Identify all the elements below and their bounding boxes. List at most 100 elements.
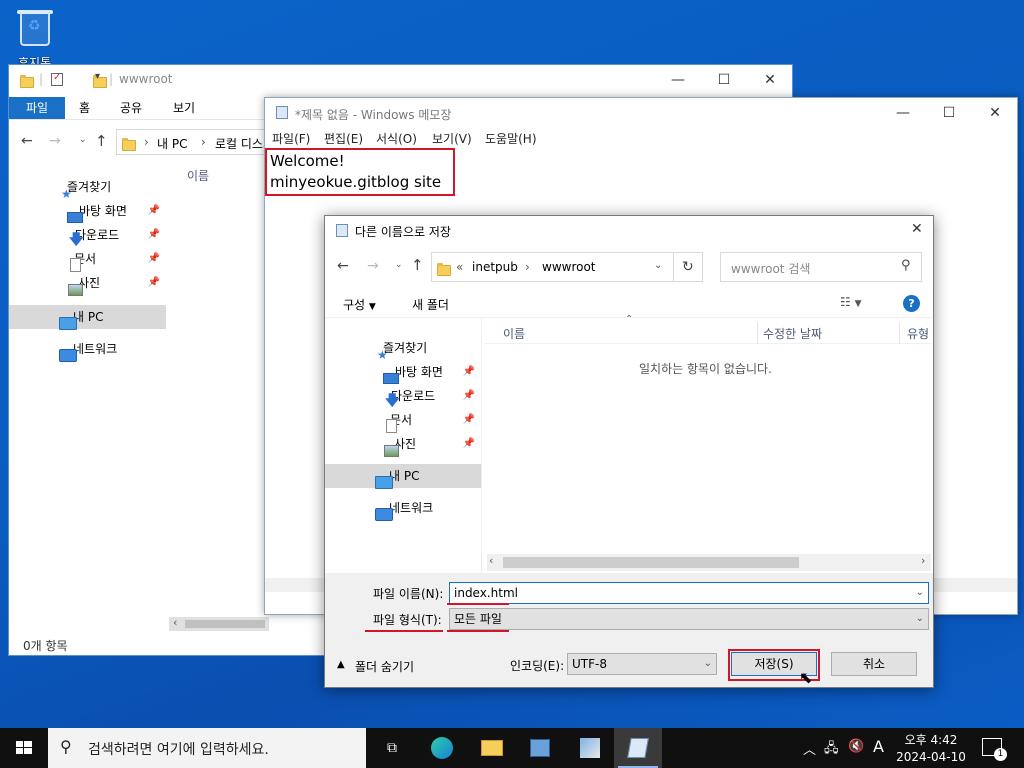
dialog-title-bar[interactable]: 다른 이름으로 저장 ✕ xyxy=(325,216,933,246)
path-overflow-icon[interactable]: « xyxy=(456,260,463,274)
column-type-header[interactable]: 유형 xyxy=(907,325,929,342)
menu-view[interactable]: 보기(V) xyxy=(432,130,472,147)
minimize-button[interactable]: — xyxy=(655,65,701,95)
explorer-taskbar-button[interactable] xyxy=(468,728,516,768)
pin-icon[interactable]: 📌 xyxy=(463,384,475,408)
forward-arrow-icon[interactable]: → xyxy=(49,133,61,149)
scroll-thumb[interactable] xyxy=(503,557,799,568)
task-view-button[interactable]: ⧉ xyxy=(368,728,416,768)
chevron-up-icon[interactable]: ▲ xyxy=(337,659,345,670)
nav-mypc[interactable]: 내 PC xyxy=(325,464,481,489)
nav-downloads[interactable]: 🡇다운로드 📌 xyxy=(325,384,481,408)
chevron-down-icon[interactable]: ⌄ xyxy=(654,260,662,271)
notification-center-icon[interactable]: 1 xyxy=(982,738,1007,761)
hide-folders-button[interactable]: 폴더 숨기기 xyxy=(355,658,414,675)
clock[interactable]: 오후 4:42 2024-04-10 xyxy=(896,731,966,764)
view-options-icon[interactable]: ☷ ▼ xyxy=(840,295,862,309)
pin-icon[interactable]: 📌 xyxy=(148,247,160,271)
explorer-address-bar[interactable]: › 내 PC › 로컬 디스크 xyxy=(116,129,276,155)
nav-quick-access[interactable]: ★즐겨찾기 xyxy=(325,336,481,361)
column-name-header[interactable]: 이름 xyxy=(503,325,525,342)
save-as-dialog[interactable]: 다른 이름으로 저장 ✕ ← → ⌄ ↑ « inetpub › wwwroot… xyxy=(324,215,934,688)
pin-icon[interactable]: 📌 xyxy=(463,408,475,432)
nav-documents[interactable]: 문서 📌 xyxy=(9,247,166,272)
breadcrumb-inetpub[interactable]: inetpub xyxy=(472,260,518,274)
windows-start-icon[interactable] xyxy=(16,741,32,755)
chevron-down-icon[interactable]: ⌄ xyxy=(916,609,924,629)
dialog-file-list[interactable]: ⌃ 이름 수정한 날짜 유형 일치하는 항목이 없습니다. ‹ › xyxy=(485,314,931,573)
column-divider[interactable] xyxy=(899,322,900,344)
tab-view[interactable]: 보기 xyxy=(173,98,195,118)
maximize-button[interactable]: ☐ xyxy=(926,98,972,128)
help-icon[interactable]: ? xyxy=(903,295,920,312)
minimize-button[interactable]: — xyxy=(880,98,926,128)
pin-icon[interactable]: 📌 xyxy=(463,432,475,456)
recent-dropdown-icon[interactable]: ⌄ xyxy=(79,135,87,145)
scroll-thumb[interactable] xyxy=(185,620,265,628)
recent-dropdown-icon[interactable]: ⌄ xyxy=(395,260,403,270)
nav-mypc[interactable]: 내 PC xyxy=(9,305,166,330)
taskbar-search-box[interactable]: ⚲ 검색하려면 여기에 입력하세요. xyxy=(48,728,366,768)
quick-access-dropdown-icon[interactable]: ▾ xyxy=(95,71,100,82)
nav-network[interactable]: 네트워크 xyxy=(9,337,166,362)
dialog-address-bar[interactable]: « inetpub › wwwroot ⌄ ↻ xyxy=(431,252,703,282)
close-icon[interactable]: ✕ xyxy=(911,221,923,237)
scroll-left-icon[interactable]: ‹ xyxy=(489,554,493,567)
column-divider[interactable] xyxy=(757,322,758,344)
nav-quick-access[interactable]: ★즐겨찾기 xyxy=(9,175,166,200)
recycle-bin-desktop-icon[interactable]: ♻ 휴지통 xyxy=(14,8,56,64)
forward-arrow-icon[interactable]: → xyxy=(367,258,379,274)
nav-network[interactable]: 네트워크 xyxy=(325,496,481,521)
tab-home[interactable]: 홈 xyxy=(79,98,90,118)
tab-file[interactable]: 파일 xyxy=(9,97,65,119)
encoding-select[interactable]: UTF-8 ⌄ xyxy=(567,653,717,675)
volume-muted-icon[interactable]: 🔇 xyxy=(848,739,864,754)
scroll-left-icon[interactable]: ‹ xyxy=(173,616,177,629)
maximize-button[interactable]: ☐ xyxy=(701,65,747,95)
up-arrow-icon[interactable]: ↑ xyxy=(95,132,108,150)
nav-desktop[interactable]: 바탕 화면 📌 xyxy=(9,199,166,223)
up-arrow-icon[interactable]: ↑ xyxy=(411,256,424,274)
explorer-scrollbar[interactable]: ‹ xyxy=(169,616,269,631)
dialog-hscrollbar[interactable]: ‹ › xyxy=(487,554,931,571)
back-arrow-icon[interactable]: ← xyxy=(337,258,349,274)
explorer-title-bar[interactable]: | ✓ ▾ | wwwroot — ☐ ✕ xyxy=(9,65,792,95)
edge-taskbar-button[interactable] xyxy=(418,728,466,768)
menu-help[interactable]: 도움말(H) xyxy=(485,130,537,147)
properties-icon[interactable]: ✓ xyxy=(51,72,63,86)
tab-share[interactable]: 공유 xyxy=(120,98,142,118)
column-name-header[interactable]: 이름 xyxy=(187,167,209,184)
scroll-right-icon[interactable]: › xyxy=(921,554,925,567)
back-arrow-icon[interactable]: ← xyxy=(21,133,33,149)
search-icon[interactable]: ⚲ xyxy=(901,258,911,273)
close-button[interactable]: ✕ xyxy=(972,98,1018,128)
network-status-icon[interactable]: 🖧 xyxy=(824,739,839,761)
show-hidden-icons-chevron-icon[interactable]: ︿ xyxy=(803,739,816,758)
dialog-search-box[interactable]: wwwroot 검색 ⚲ xyxy=(720,252,922,282)
menu-format[interactable]: 서식(O) xyxy=(376,130,417,147)
nav-desktop[interactable]: 바탕 화면 📌 xyxy=(325,360,481,384)
menu-edit[interactable]: 편집(E) xyxy=(324,130,363,147)
refresh-icon[interactable]: ↻ xyxy=(682,259,694,275)
breadcrumb-mypc[interactable]: 내 PC xyxy=(157,135,187,152)
notepad-title-bar[interactable]: *제목 없음 - Windows 메모장 — ☐ ✕ xyxy=(265,98,1017,128)
column-date-header[interactable]: 수정한 날짜 xyxy=(763,325,822,342)
nav-downloads[interactable]: 🡇다운로드 📌 xyxy=(9,223,166,247)
chevron-down-icon[interactable]: ⌄ xyxy=(916,583,924,603)
cancel-button[interactable]: 취소 xyxy=(831,652,917,676)
nav-pictures[interactable]: 사진 📌 xyxy=(325,432,481,457)
pin-icon[interactable]: 📌 xyxy=(148,271,160,295)
pin-icon[interactable]: 📌 xyxy=(148,223,160,247)
filename-input[interactable]: index.html ⌄ xyxy=(449,582,929,604)
notepad-taskbar-button[interactable] xyxy=(614,728,662,768)
server-manager-taskbar-button[interactable] xyxy=(516,728,564,768)
breadcrumb-wwwroot[interactable]: wwwroot xyxy=(542,260,596,274)
close-button[interactable]: ✕ xyxy=(747,65,793,95)
organize-button[interactable]: 구성 ▼ xyxy=(343,296,376,313)
chevron-down-icon[interactable]: ⌄ xyxy=(704,654,712,674)
filetype-select[interactable]: 모든 파일 ⌄ xyxy=(449,608,929,630)
nav-pictures[interactable]: 사진 📌 xyxy=(9,271,166,296)
iis-manager-taskbar-button[interactable] xyxy=(566,728,614,768)
nav-documents[interactable]: 문서 📌 xyxy=(325,408,481,433)
new-folder-button[interactable]: 새 폴더 xyxy=(412,296,449,313)
